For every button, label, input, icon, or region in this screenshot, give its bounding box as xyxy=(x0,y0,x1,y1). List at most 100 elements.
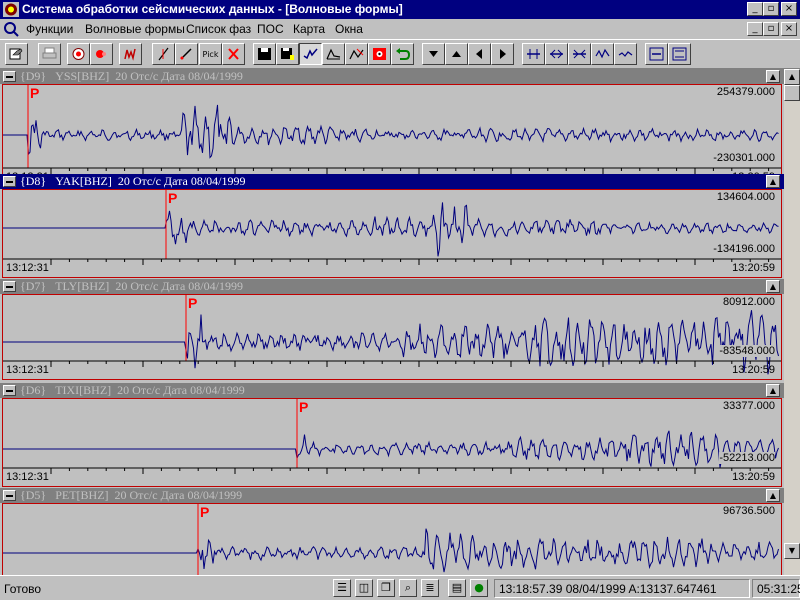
seismic-trace xyxy=(3,310,779,375)
amp-up-icon[interactable] xyxy=(591,43,614,65)
target-icon[interactable] xyxy=(368,43,391,65)
fit-icon[interactable] xyxy=(645,43,668,65)
menu-waveforms[interactable]: Волновые формы xyxy=(85,22,185,36)
panel-title: {D6} TIXI[BHZ] 20 Отс/с Дата 08/04/1999 xyxy=(20,383,245,398)
tile-horizontal-icon[interactable]: ☰ xyxy=(333,579,351,597)
panel-station: TLY[BHZ] xyxy=(55,279,110,293)
cascade-icon[interactable]: ❐ xyxy=(377,579,395,597)
pick-pen-icon[interactable] xyxy=(175,43,198,65)
panel-rate: 20 Отс/с xyxy=(115,69,159,83)
tile-vertical-icon[interactable]: ◫ xyxy=(355,579,373,597)
zoom-in-icon[interactable] xyxy=(545,43,568,65)
panel-menu-icon[interactable] xyxy=(3,281,16,292)
document-list-icon[interactable]: ≣ xyxy=(421,579,439,597)
scroll-up-icon[interactable]: ▲ xyxy=(784,69,800,85)
save-icon[interactable] xyxy=(253,43,276,65)
minimize-button[interactable]: _ xyxy=(747,2,763,16)
phase-label[interactable]: P xyxy=(188,295,197,311)
waveform-svg xyxy=(3,190,781,265)
panel-header[interactable]: {D8} YAK[BHZ] 20 Отс/с Дата 08/04/1999 ▲ xyxy=(0,174,784,189)
spectrum-icon[interactable] xyxy=(119,43,142,65)
waveform-svg xyxy=(3,504,779,575)
envelope-icon[interactable] xyxy=(322,43,345,65)
waveform-plot[interactable]: 134604.000 -134196.000 13:12:31 13:20:59 P xyxy=(2,189,782,278)
zoom-out-icon[interactable] xyxy=(568,43,591,65)
panel-date: Дата 08/04/1999 xyxy=(163,174,246,188)
chart-icon[interactable]: ▤ xyxy=(448,579,466,597)
waveform-plot[interactable]: 33377.000 -52213.000 13:12:31 13:20:59 P xyxy=(2,398,782,487)
mdi-restore-button[interactable]: ▫ xyxy=(763,22,779,36)
save-as-icon[interactable] xyxy=(276,43,299,65)
amplitude-min: -134196.000 xyxy=(713,243,775,255)
waveform-icon[interactable] xyxy=(299,43,322,65)
panel-header[interactable]: {D7} TLY[BHZ] 20 Отс/с Дата 08/04/1999 ▲ xyxy=(0,279,784,294)
seismic-trace xyxy=(3,528,779,573)
phase-label[interactable]: P xyxy=(299,399,308,415)
panel-id: {D7} xyxy=(20,279,47,293)
menu-windows[interactable]: Окна xyxy=(335,22,363,36)
phase-label[interactable]: P xyxy=(200,504,209,520)
scroll-down-icon[interactable]: ▼ xyxy=(784,543,800,559)
arrow-up-icon[interactable] xyxy=(445,43,468,65)
phase-label[interactable]: P xyxy=(30,85,39,101)
print-icon[interactable] xyxy=(38,43,61,65)
waveform-plot[interactable]: 96736.500-99807.500P xyxy=(2,503,782,575)
clock: 05:31:25 xyxy=(752,579,800,598)
close-button[interactable]: × xyxy=(781,2,797,16)
globe-icon[interactable]: ● xyxy=(470,579,488,597)
app-icon[interactable] xyxy=(3,2,19,17)
panel-maximize-icon[interactable]: ▲ xyxy=(766,489,780,502)
panel-maximize-icon[interactable]: ▲ xyxy=(766,70,780,83)
waveform-panel[interactable]: {D5} PET[BHZ] 20 Отс/с Дата 08/04/1999 ▲ 9… xyxy=(0,488,784,575)
panel-menu-icon[interactable] xyxy=(3,176,16,187)
menu-functions[interactable]: Функции xyxy=(26,22,73,36)
scroll-thumb[interactable] xyxy=(784,85,800,101)
menu-bar: Функции Волновые формы Список фаз ПОС Ка… xyxy=(0,19,800,39)
waveform-plot[interactable]: 80912.000 -83548.000 13:12:31 13:20:59 P xyxy=(2,294,782,380)
panel-header[interactable]: {D5} PET[BHZ] 20 Отс/с Дата 08/04/1999 ▲ xyxy=(0,488,784,503)
filter-icon[interactable] xyxy=(67,43,90,65)
delete-pick-icon[interactable] xyxy=(222,43,245,65)
pick-line-icon[interactable] xyxy=(152,43,175,65)
document-icon[interactable] xyxy=(3,21,19,37)
panel-menu-icon[interactable] xyxy=(3,490,16,501)
arrow-down-icon[interactable] xyxy=(422,43,445,65)
panel-title: {D9} YSS[BHZ] 20 Отс/с Дата 08/04/1999 xyxy=(20,69,243,84)
properties-icon[interactable] xyxy=(5,43,28,65)
menu-map[interactable]: Карта xyxy=(293,22,325,36)
panel-maximize-icon[interactable]: ▲ xyxy=(766,175,780,188)
panel-header[interactable]: {D6} TIXI[BHZ] 20 Отс/с Дата 08/04/1999 ▲ xyxy=(0,383,784,398)
pick-icon[interactable]: Pick xyxy=(199,43,222,65)
waveform-panel[interactable]: {D6} TIXI[BHZ] 20 Отс/с Дата 08/04/1999 ▲… xyxy=(0,383,784,489)
search-icon[interactable]: ⌕ xyxy=(399,579,417,597)
fit-all-icon[interactable] xyxy=(668,43,691,65)
mdi-minimize-button[interactable]: _ xyxy=(747,22,763,36)
cursor-readout: 13:18:57.39 08/04/1999 A:13137.647461 xyxy=(494,579,750,598)
waveform-panel[interactable]: {D8} YAK[BHZ] 20 Отс/с Дата 08/04/1999 ▲ 1… xyxy=(0,174,784,280)
polarization-icon[interactable] xyxy=(345,43,368,65)
panel-id: {D8} xyxy=(20,174,47,188)
waveform-plot[interactable]: 254379.000-230301.00013:12:3113:20:59P xyxy=(2,84,782,187)
waveform-panel[interactable]: {D7} TLY[BHZ] 20 Отс/с Дата 08/04/1999 ▲ 8… xyxy=(0,279,784,382)
panel-menu-icon[interactable] xyxy=(3,71,16,82)
arrow-right-icon[interactable] xyxy=(491,43,514,65)
amplitude-max: 254379.000 xyxy=(716,86,775,98)
panel-header[interactable]: {D9} YSS[BHZ] 20 Отс/с Дата 08/04/1999 ▲ xyxy=(0,69,784,84)
menu-pos[interactable]: ПОС xyxy=(257,22,284,36)
panel-menu-icon[interactable] xyxy=(3,385,16,396)
vertical-scrollbar[interactable]: ▲ ▼ xyxy=(784,69,800,575)
undo-icon[interactable] xyxy=(391,43,414,65)
menu-phase-list[interactable]: Список фаз xyxy=(186,22,251,36)
amp-down-icon[interactable] xyxy=(614,43,637,65)
maximize-button[interactable]: ▫ xyxy=(763,2,779,16)
phase-label[interactable]: P xyxy=(168,190,177,206)
time-start: 13:12:31 xyxy=(6,364,49,376)
marker-icon[interactable] xyxy=(90,43,113,65)
waveform-panel[interactable]: {D9} YSS[BHZ] 20 Отс/с Дата 08/04/1999 ▲ 2… xyxy=(0,69,784,189)
arrow-left-icon[interactable] xyxy=(468,43,491,65)
panel-maximize-icon[interactable]: ▲ xyxy=(766,384,780,397)
panel-maximize-icon[interactable]: ▲ xyxy=(766,280,780,293)
panel-station: PET[BHZ] xyxy=(55,488,109,502)
expand-icon[interactable] xyxy=(522,43,545,65)
mdi-close-button[interactable]: × xyxy=(781,22,797,36)
